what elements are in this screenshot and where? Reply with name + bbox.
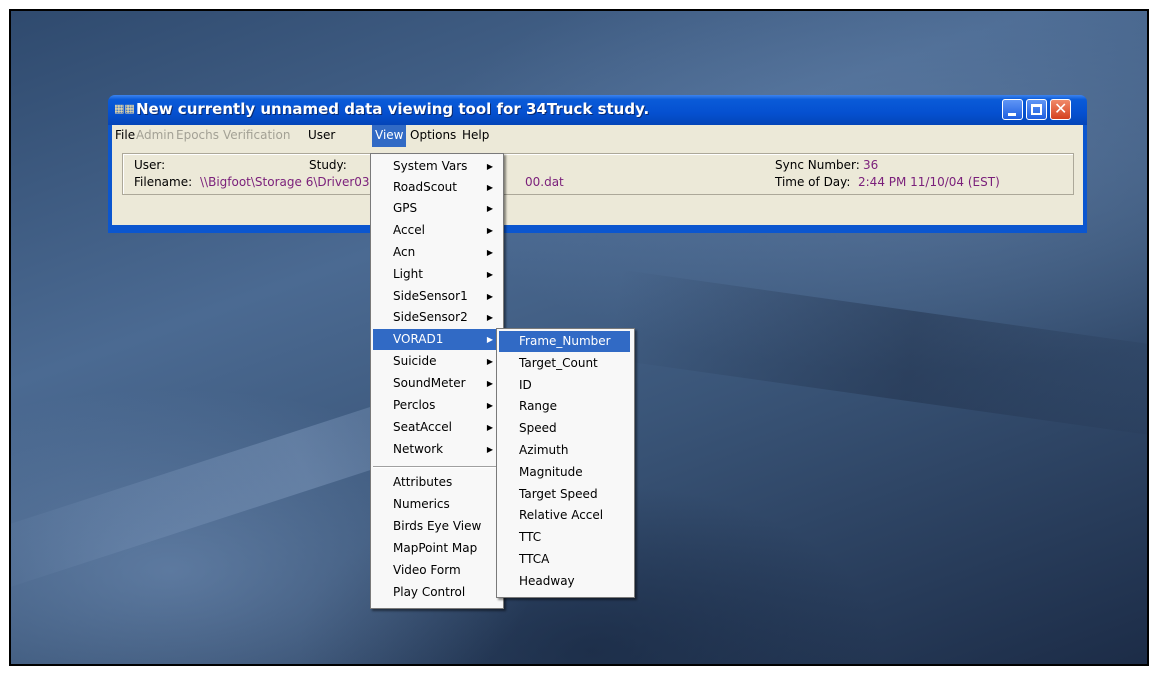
menu-item-roadscout[interactable]: RoadScout ▶ <box>373 177 499 198</box>
menu-item-play-control[interactable]: Play Control <box>373 582 499 603</box>
submenu-item-frame-number[interactable]: Frame_Number <box>499 331 630 352</box>
submenu-arrow-icon: ▶ <box>486 401 493 410</box>
study-label: Study: <box>309 158 347 172</box>
submenu-item-azimuth[interactable]: Azimuth <box>499 440 630 461</box>
menu-admin[interactable]: Admin <box>133 125 177 147</box>
menu-item-light[interactable]: Light ▶ <box>373 264 499 285</box>
menu-item-accel[interactable]: Accel ▶ <box>373 220 499 241</box>
menu-item-label: RoadScout <box>393 180 457 194</box>
menu-item-label: Accel <box>393 223 425 237</box>
window-client-area: File Admin Epochs Verification User View… <box>112 125 1083 225</box>
menu-item-label: Network <box>393 442 444 456</box>
menu-item-label: SoundMeter <box>393 376 466 390</box>
menu-view[interactable]: View <box>372 125 407 147</box>
menu-item-suicide[interactable]: Suicide ▶ <box>373 351 499 372</box>
submenu-arrow-icon: ▶ <box>486 204 493 213</box>
submenu-arrow-icon: ▶ <box>486 292 493 301</box>
submenu-item-id[interactable]: ID <box>499 375 630 396</box>
menu-item-network[interactable]: Network ▶ <box>373 439 499 460</box>
menu-item-attributes[interactable]: Attributes <box>373 472 499 493</box>
menu-item-system-vars[interactable]: System Vars ▶ <box>373 156 499 177</box>
menu-item-sidesensor2[interactable]: SideSensor2 ▶ <box>373 307 499 328</box>
submenu-item-ttc[interactable]: TTC <box>499 527 630 548</box>
maximize-button[interactable] <box>1026 99 1047 120</box>
submenu-item-ttca[interactable]: TTCA <box>499 549 630 570</box>
filename-label: Filename: <box>134 175 193 189</box>
submenu-arrow-icon: ▶ <box>486 270 493 279</box>
menu-item-label: Perclos <box>393 398 436 412</box>
menu-bar: File Admin Epochs Verification User View… <box>112 125 1083 147</box>
filename-value-suffix: 00.dat <box>525 175 564 189</box>
submenu-arrow-icon: ▶ <box>486 357 493 366</box>
submenu-arrow-icon: ▶ <box>486 423 493 432</box>
menu-item-label: VORAD1 <box>393 332 444 346</box>
minimize-button[interactable] <box>1002 99 1023 120</box>
menu-item-label: GPS <box>393 201 418 215</box>
vorad1-submenu: Frame_Number Target_Count ID Range Speed… <box>496 328 635 598</box>
window-title: New currently unnamed data viewing tool … <box>136 100 650 118</box>
sync-number-value: 36 <box>863 158 879 172</box>
submenu-arrow-icon: ▶ <box>486 248 493 257</box>
window-frame: File Admin Epochs Verification User View… <box>108 125 1087 233</box>
menu-options[interactable]: Options <box>407 125 459 147</box>
menu-item-soundmeter[interactable]: SoundMeter ▶ <box>373 373 499 394</box>
menu-item-label: SeatAccel <box>393 420 452 434</box>
submenu-item-magnitude[interactable]: Magnitude <box>499 462 630 483</box>
menu-epochs[interactable]: Epochs <box>173 125 222 147</box>
menu-item-label: SideSensor1 <box>393 289 468 303</box>
submenu-arrow-icon: ▶ <box>486 313 493 322</box>
menu-user[interactable]: User <box>305 125 338 147</box>
menu-item-mappoint-map[interactable]: MapPoint Map <box>373 538 499 559</box>
menu-item-acn[interactable]: Acn ▶ <box>373 242 499 263</box>
maximize-icon <box>1031 104 1042 115</box>
submenu-item-relative-accel[interactable]: Relative Accel <box>499 505 630 526</box>
submenu-arrow-icon: ▶ <box>486 445 493 454</box>
submenu-item-range[interactable]: Range <box>499 396 630 417</box>
title-bar[interactable]: ▦▦ New currently unnamed data viewing to… <box>108 95 1087 125</box>
menu-verification[interactable]: Verification <box>220 125 293 147</box>
close-icon: ✕ <box>1054 99 1068 118</box>
submenu-item-target-count[interactable]: Target_Count <box>499 353 630 374</box>
submenu-arrow-icon: ▶ <box>486 226 493 235</box>
submenu-arrow-icon: ▶ <box>486 162 493 171</box>
submenu-item-target-speed[interactable]: Target Speed <box>499 484 630 505</box>
menu-item-video-form[interactable]: Video Form <box>373 560 499 581</box>
app-window: ▦▦ New currently unnamed data viewing to… <box>108 95 1087 233</box>
menu-item-label: Suicide <box>393 354 437 368</box>
menu-item-perclos[interactable]: Perclos ▶ <box>373 395 499 416</box>
minimize-icon <box>1008 113 1016 116</box>
time-of-day-value: 2:44 PM 11/10/04 (EST) <box>858 175 1000 189</box>
submenu-item-speed[interactable]: Speed <box>499 418 630 439</box>
time-of-day-label: Time of Day: <box>775 175 851 189</box>
menu-item-label: System Vars <box>393 159 468 173</box>
submenu-arrow-icon: ▶ <box>486 335 493 344</box>
menu-item-seataccel[interactable]: SeatAccel ▶ <box>373 417 499 438</box>
menu-item-label: SideSensor2 <box>393 310 468 324</box>
menu-item-label: Light <box>393 267 423 281</box>
filename-value: \\Bigfoot\Storage 6\Driver033 <box>200 175 378 189</box>
info-panel: User: Study: Filename: \\Bigfoot\Storage… <box>122 153 1074 195</box>
submenu-arrow-icon: ▶ <box>486 183 493 192</box>
submenu-arrow-icon: ▶ <box>486 379 493 388</box>
sync-number-label: Sync Number: <box>775 158 860 172</box>
app-icon: ▦▦ <box>114 102 135 115</box>
menu-item-birds-eye-view[interactable]: Birds Eye View <box>373 516 499 537</box>
menu-item-numerics[interactable]: Numerics <box>373 494 499 515</box>
menu-item-sidesensor1[interactable]: SideSensor1 ▶ <box>373 286 499 307</box>
view-menu: System Vars ▶ RoadScout ▶ GPS ▶ Accel ▶ Acn ▶… <box>370 153 504 609</box>
menu-item-vorad1[interactable]: VORAD1 ▶ <box>373 329 499 350</box>
menu-help[interactable]: Help <box>459 125 492 147</box>
background-streak <box>607 269 1147 443</box>
submenu-item-headway[interactable]: Headway <box>499 571 630 592</box>
menu-separator <box>373 466 499 468</box>
close-button[interactable]: ✕ <box>1050 99 1071 120</box>
user-label: User: <box>134 158 166 172</box>
menu-item-label: Acn <box>393 245 416 259</box>
menu-item-gps[interactable]: GPS ▶ <box>373 198 499 219</box>
